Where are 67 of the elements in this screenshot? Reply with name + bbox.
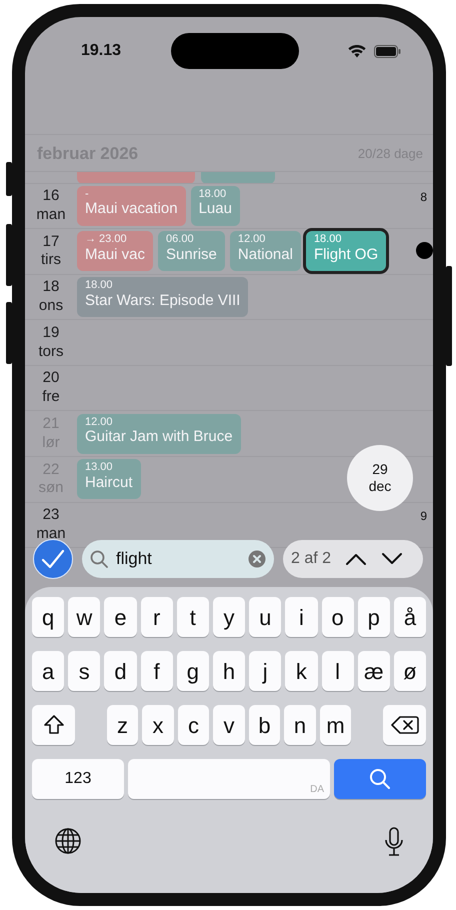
key[interactable]: h (212, 651, 246, 691)
week-number: 8 (420, 188, 427, 206)
key[interactable]: t (176, 597, 209, 637)
key[interactable]: å (394, 597, 426, 637)
clear-icon[interactable] (248, 550, 266, 568)
search-icon (90, 550, 108, 568)
key[interactable]: b (248, 705, 280, 745)
weekday-label: man (36, 206, 66, 225)
weekday-label: tirs (41, 251, 61, 270)
key[interactable]: a (32, 651, 64, 691)
key[interactable]: s (68, 651, 100, 691)
key[interactable]: y (212, 597, 246, 637)
key[interactable]: j (249, 651, 282, 691)
search-bar[interactable]: flight (82, 540, 274, 578)
backspace-icon (390, 715, 418, 735)
key[interactable]: r (140, 597, 173, 637)
match-count: 2 af 2 (291, 549, 332, 569)
key[interactable]: k (285, 651, 318, 691)
key[interactable]: w (68, 597, 100, 637)
shift-icon (42, 714, 64, 736)
key[interactable]: c (178, 705, 210, 745)
globe-icon[interactable] (54, 827, 82, 855)
key[interactable]: z (106, 705, 138, 745)
key[interactable]: l (322, 651, 354, 691)
microphone-icon[interactable] (384, 827, 404, 857)
backspace-key[interactable] (383, 705, 426, 745)
search-icon (369, 768, 391, 790)
search-key[interactable] (334, 759, 426, 799)
key[interactable]: o (322, 597, 354, 637)
key[interactable]: e (104, 597, 137, 637)
day-number: 19 (42, 324, 60, 343)
bubble-day: 29 (372, 461, 388, 478)
bubble-month: dec (368, 478, 392, 495)
search-field[interactable]: flight (116, 546, 226, 572)
key[interactable]: u (249, 597, 282, 637)
keyboard-language: DA (310, 783, 324, 797)
wifi-icon (348, 44, 366, 58)
key[interactable]: i (285, 597, 318, 637)
shift-key[interactable] (32, 705, 75, 745)
date-bubble[interactable]: 29 dec (347, 445, 413, 511)
key[interactable]: d (104, 651, 137, 691)
battery-icon (374, 44, 401, 58)
key[interactable]: g (176, 651, 209, 691)
day-number: 23 (42, 506, 60, 525)
key[interactable]: v (213, 705, 245, 745)
key[interactable]: x (142, 705, 174, 745)
key[interactable]: p (358, 597, 390, 637)
status-time: 19.13 (81, 41, 122, 61)
weekday-label: man (36, 524, 66, 544)
numbers-key[interactable]: 123 (32, 759, 124, 799)
key[interactable]: q (32, 597, 64, 637)
key[interactable]: ø (394, 651, 426, 691)
current-day-dot (416, 242, 433, 260)
weekday-label: ons (38, 296, 64, 316)
week-number: 9 (420, 508, 427, 525)
key[interactable]: n (284, 705, 316, 745)
key[interactable]: m (320, 705, 352, 745)
checkmark-icon (41, 549, 65, 569)
day-number: 18 (42, 278, 60, 297)
weekday-label: fre (42, 388, 60, 407)
key[interactable]: f (140, 651, 173, 691)
weekday-label: tors (38, 342, 64, 362)
day-number: 20 (42, 369, 60, 388)
done-button[interactable] (33, 539, 73, 579)
day-number: 16 (42, 187, 60, 206)
day-number: 17 (42, 232, 60, 252)
key[interactable]: æ (358, 651, 390, 691)
